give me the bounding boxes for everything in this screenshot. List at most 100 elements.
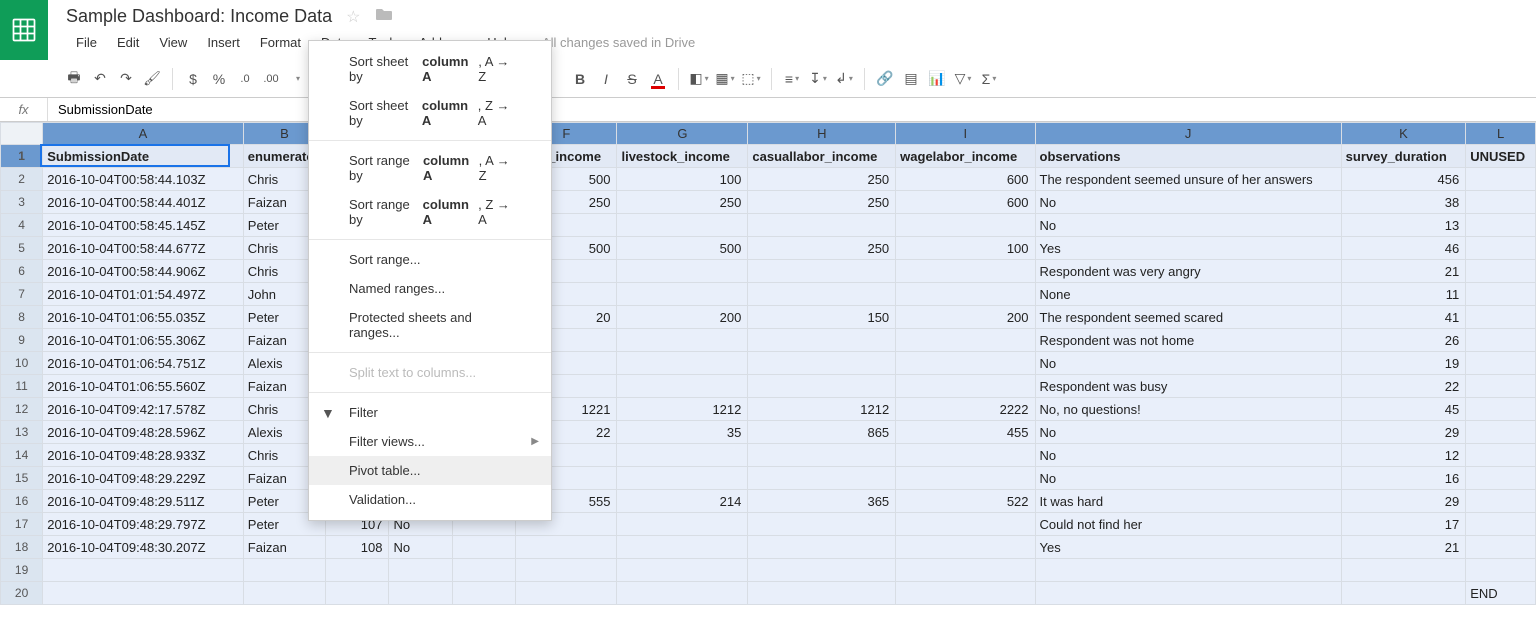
menu-filter[interactable]: ▼Filter <box>309 398 551 427</box>
cell[interactable]: 2016-10-04T01:06:54.751Z <box>43 352 244 375</box>
cell[interactable] <box>617 352 748 375</box>
cell[interactable] <box>896 375 1035 398</box>
row-header[interactable]: 7 <box>1 283 43 306</box>
row-header[interactable]: 13 <box>1 421 43 444</box>
cell[interactable]: 600 <box>896 168 1035 191</box>
cell[interactable]: 455 <box>896 421 1035 444</box>
cell[interactable]: No <box>1035 214 1341 237</box>
cell[interactable] <box>1466 191 1536 214</box>
cell[interactable]: 2016-10-04T01:06:55.560Z <box>43 375 244 398</box>
cell[interactable] <box>896 214 1035 237</box>
redo-icon[interactable]: ↷ <box>114 67 138 91</box>
cell[interactable] <box>748 536 896 559</box>
cell[interactable]: 250 <box>617 191 748 214</box>
cell[interactable]: The respondent seemed unsure of her answ… <box>1035 168 1341 191</box>
cell[interactable]: 46 <box>1341 237 1466 260</box>
cell[interactable] <box>1466 398 1536 421</box>
decrease-decimal[interactable]: .0 <box>233 67 257 91</box>
h-align-icon[interactable]: ≡ <box>780 67 804 91</box>
row-header[interactable]: 19 <box>1 559 43 582</box>
cell[interactable]: 500 <box>617 237 748 260</box>
cell[interactable]: 100 <box>617 168 748 191</box>
cell[interactable] <box>1466 375 1536 398</box>
cell[interactable]: 2016-10-04T00:58:44.401Z <box>43 191 244 214</box>
cell[interactable]: Could not find her <box>1035 513 1341 536</box>
row-header[interactable]: 4 <box>1 214 43 237</box>
cell[interactable] <box>748 513 896 536</box>
menu-edit[interactable]: Edit <box>107 31 149 54</box>
cell[interactable]: 150 <box>748 306 896 329</box>
cell[interactable] <box>1341 582 1466 605</box>
cell[interactable] <box>1341 559 1466 582</box>
cell[interactable] <box>748 260 896 283</box>
cell[interactable]: Respondent was very angry <box>1035 260 1341 283</box>
strike-button[interactable]: S <box>620 67 644 91</box>
cell[interactable] <box>896 329 1035 352</box>
cell[interactable]: 100 <box>896 237 1035 260</box>
cell[interactable]: 17 <box>1341 513 1466 536</box>
cell[interactable] <box>748 283 896 306</box>
cell[interactable]: 41 <box>1341 306 1466 329</box>
cell[interactable] <box>617 329 748 352</box>
menu-validation[interactable]: Validation... <box>309 485 551 514</box>
link-icon[interactable]: 🔗 <box>873 67 897 91</box>
cell[interactable] <box>617 582 748 605</box>
header-cell[interactable]: SubmissionDate <box>43 145 244 168</box>
cell[interactable] <box>896 582 1035 605</box>
row-header[interactable]: 17 <box>1 513 43 536</box>
cell[interactable]: 29 <box>1341 421 1466 444</box>
cell[interactable] <box>896 536 1035 559</box>
cell[interactable]: 16 <box>1341 467 1466 490</box>
cell[interactable] <box>1466 306 1536 329</box>
cell[interactable] <box>1466 536 1536 559</box>
cell[interactable]: 21 <box>1341 536 1466 559</box>
cell[interactable]: 1212 <box>617 398 748 421</box>
cell[interactable] <box>452 536 515 559</box>
cell[interactable]: 1212 <box>748 398 896 421</box>
cell[interactable] <box>1466 260 1536 283</box>
cell[interactable] <box>896 352 1035 375</box>
column-header-J[interactable]: J <box>1035 123 1341 145</box>
row-header[interactable]: 8 <box>1 306 43 329</box>
cell[interactable] <box>748 467 896 490</box>
cell[interactable] <box>1466 490 1536 513</box>
cell[interactable]: 2016-10-04T09:48:28.596Z <box>43 421 244 444</box>
cell[interactable]: 11 <box>1341 283 1466 306</box>
row-header[interactable]: 1 <box>1 145 43 168</box>
paint-format-icon[interactable]: 🖌 <box>140 67 164 91</box>
cell[interactable]: Respondent was busy <box>1035 375 1341 398</box>
cell[interactable]: 365 <box>748 490 896 513</box>
cell[interactable] <box>617 467 748 490</box>
cell[interactable] <box>896 467 1035 490</box>
cell[interactable] <box>1466 559 1536 582</box>
cell[interactable]: It was hard <box>1035 490 1341 513</box>
cell[interactable]: 2016-10-04T09:48:30.207Z <box>43 536 244 559</box>
cell[interactable]: No, no questions! <box>1035 398 1341 421</box>
cell[interactable] <box>896 260 1035 283</box>
cell[interactable]: 2016-10-04T09:48:29.797Z <box>43 513 244 536</box>
row-header[interactable]: 10 <box>1 352 43 375</box>
row-header[interactable]: 20 <box>1 582 43 605</box>
menu-format[interactable]: Format <box>250 31 311 54</box>
cell[interactable]: 2016-10-04T01:01:54.497Z <box>43 283 244 306</box>
chart-icon[interactable]: 📊 <box>925 67 949 91</box>
cell[interactable]: 600 <box>896 191 1035 214</box>
cell[interactable] <box>516 559 617 582</box>
cell[interactable] <box>617 283 748 306</box>
cell[interactable]: No <box>1035 421 1341 444</box>
cell[interactable]: Respondent was not home <box>1035 329 1341 352</box>
cell[interactable] <box>43 559 244 582</box>
cell[interactable]: 2016-10-04T00:58:44.677Z <box>43 237 244 260</box>
cell[interactable]: 2016-10-04T00:58:45.145Z <box>43 214 244 237</box>
column-header-G[interactable]: G <box>617 123 748 145</box>
cell[interactable] <box>617 444 748 467</box>
row-header[interactable]: 15 <box>1 467 43 490</box>
merge-cells-icon[interactable]: ⬚ <box>739 67 763 91</box>
cell[interactable]: 2016-10-04T09:42:17.578Z <box>43 398 244 421</box>
cell[interactable] <box>896 513 1035 536</box>
font-color-button[interactable]: A <box>646 67 670 91</box>
format-percent[interactable]: % <box>207 67 231 91</box>
cell[interactable] <box>896 283 1035 306</box>
comment-icon[interactable]: ▤ <box>899 67 923 91</box>
cell[interactable] <box>516 536 617 559</box>
